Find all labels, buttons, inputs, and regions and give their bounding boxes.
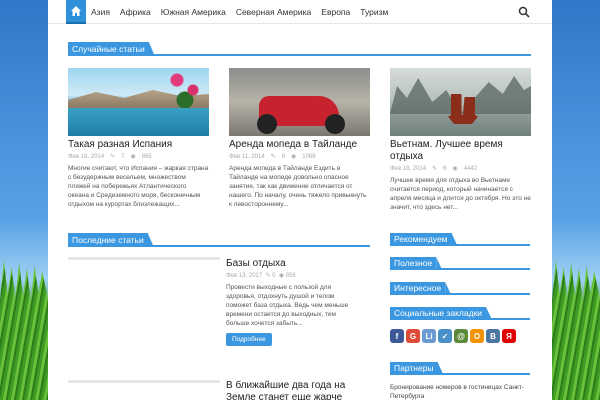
search-icon[interactable] [518, 6, 530, 18]
article-excerpt: Многие считают, что Испания – жаркая стр… [68, 165, 209, 208]
page: Азия Африка Южная Америка Северная Амери… [48, 0, 552, 400]
article-card[interactable]: Вьетнам. Лучшее время отдыха Фев 18, 201… [390, 68, 531, 212]
sidebar-useful-header: Полезное [390, 257, 530, 270]
home-button[interactable] [66, 0, 86, 24]
sidebar-recommend-title: Рекомендуем [390, 233, 452, 246]
nav-item-tourism[interactable]: Туризм [355, 0, 393, 24]
article-meta: Фев 11, 2014 ✎ 8 ◉ 1068 [229, 153, 370, 161]
google-icon[interactable]: G [406, 329, 420, 343]
article-card[interactable]: Такая разная Испания Фев 18, 2014 ✎ 7 ◉ … [68, 68, 209, 209]
liveinternet-icon[interactable]: Li [422, 329, 436, 343]
sidebar-social-title: Социальные закладки [390, 307, 487, 320]
article-views: 4442 [463, 165, 478, 172]
comments-icon: ✎ [270, 154, 276, 160]
latest-post[interactable]: В ближайшие два года на Земле станет еще… [226, 380, 356, 400]
views-icon: ◉ [130, 154, 136, 160]
article-meta: Фев 18, 2014 ✎ 7 ◉ 865 [68, 153, 209, 161]
post-title[interactable]: В ближайшие два года на Земле станет еще… [226, 380, 356, 400]
article-views: 865 [141, 153, 152, 160]
article-date: Фев 18, 2014 [68, 153, 105, 160]
nav-item-north-america[interactable]: Северная Америка [231, 0, 316, 24]
partners-link[interactable]: Бронирование номеров в гостиницах Санкт-… [390, 383, 530, 400]
post-meta: Фев 13, 2017 ✎ 0 ◉ 856 [226, 272, 356, 279]
top-nav: Азия Африка Южная Америка Северная Амери… [48, 0, 552, 24]
article-title[interactable]: Аренда мопеда в Тайланде [229, 139, 370, 151]
article-card[interactable]: Аренда мопеда в Тайланде Фев 11, 2014 ✎ … [229, 68, 370, 209]
sidebar-social-header: Социальные закладки [390, 307, 530, 320]
sidebar-partners-header: Партнеры [390, 362, 530, 375]
sidebar-partners-title: Партнеры [390, 362, 438, 375]
article-comments: 7 [121, 153, 125, 160]
post-thumbnail-placeholder[interactable] [68, 380, 220, 383]
post-comments: 0 [272, 273, 276, 279]
latest-post[interactable]: Базы отдыха Фев 13, 2017 ✎ 0 ◉ 856 Прове… [226, 258, 356, 346]
article-excerpt: Аренда мопеда в Тайланде Ездить в Тайлан… [229, 165, 367, 208]
sidebar-interesting-header: Интересное [390, 282, 530, 295]
odnoklassniki-icon[interactable]: О [470, 329, 484, 343]
views-icon: ◉ [278, 273, 285, 279]
article-date: Фев 18, 2014 [390, 165, 427, 172]
latest-articles-header: Последние статьи [68, 233, 370, 247]
article-views: 1068 [302, 153, 316, 160]
home-icon [71, 5, 81, 16]
post-thumbnail-placeholder[interactable] [68, 257, 220, 260]
nav-item-south-america[interactable]: Южная Америка [156, 0, 231, 24]
views-icon: ◉ [291, 154, 297, 160]
article-comments: 6 [443, 165, 447, 172]
comments-icon: ✎ [110, 154, 116, 160]
latest-articles-title: Последние статьи [68, 233, 148, 247]
comments-icon: ✎ [265, 273, 271, 279]
article-comments: 8 [281, 153, 286, 160]
article-meta: Фев 18, 2014 ✎ 6 ◉ 4442 [390, 165, 531, 173]
email-icon[interactable]: @ [454, 329, 468, 343]
post-excerpt: Провести выходные с пользой для здоровья… [226, 284, 349, 327]
article-date: Фев 11, 2014 [229, 153, 265, 160]
views-icon: ◉ [452, 166, 458, 172]
article-excerpt: Лучшее время для отдыха во Вьетнаме счит… [390, 177, 531, 211]
comments-icon: ✎ [432, 166, 438, 172]
facebook-icon[interactable]: f [390, 329, 404, 343]
article-thumbnail[interactable] [390, 68, 531, 136]
article-title[interactable]: Вьетнам. Лучшее время отдыха [390, 139, 531, 163]
mail-icon[interactable]: ✓ [438, 329, 452, 343]
nav-item-africa[interactable]: Африка [115, 0, 156, 24]
random-articles-title: Случайные статьи [68, 42, 149, 56]
sidebar-recommend-header: Рекомендуем [390, 233, 530, 246]
social-bookmarks: f G Li ✓ @ О В Я [390, 329, 516, 343]
post-title[interactable]: Базы отдыха [226, 258, 356, 270]
article-title[interactable]: Такая разная Испания [68, 139, 209, 151]
random-articles-header: Случайные статьи [68, 42, 531, 56]
article-thumbnail[interactable] [229, 68, 370, 136]
read-more-button[interactable]: Подробнее [226, 333, 272, 346]
post-date: Фев 13, 2017 [226, 273, 263, 279]
nav-item-asia[interactable]: Азия [86, 0, 115, 24]
yandex-icon[interactable]: Я [502, 329, 516, 343]
vkontakte-icon[interactable]: В [486, 329, 500, 343]
nav-item-europe[interactable]: Европа [316, 0, 355, 24]
decor-grass-right [552, 260, 600, 400]
sidebar-interesting-title: Интересное [390, 282, 446, 295]
decor-grass-left [0, 260, 48, 400]
post-views: 856 [285, 273, 296, 279]
sidebar-useful-title: Полезное [390, 257, 437, 270]
article-thumbnail[interactable] [68, 68, 209, 136]
